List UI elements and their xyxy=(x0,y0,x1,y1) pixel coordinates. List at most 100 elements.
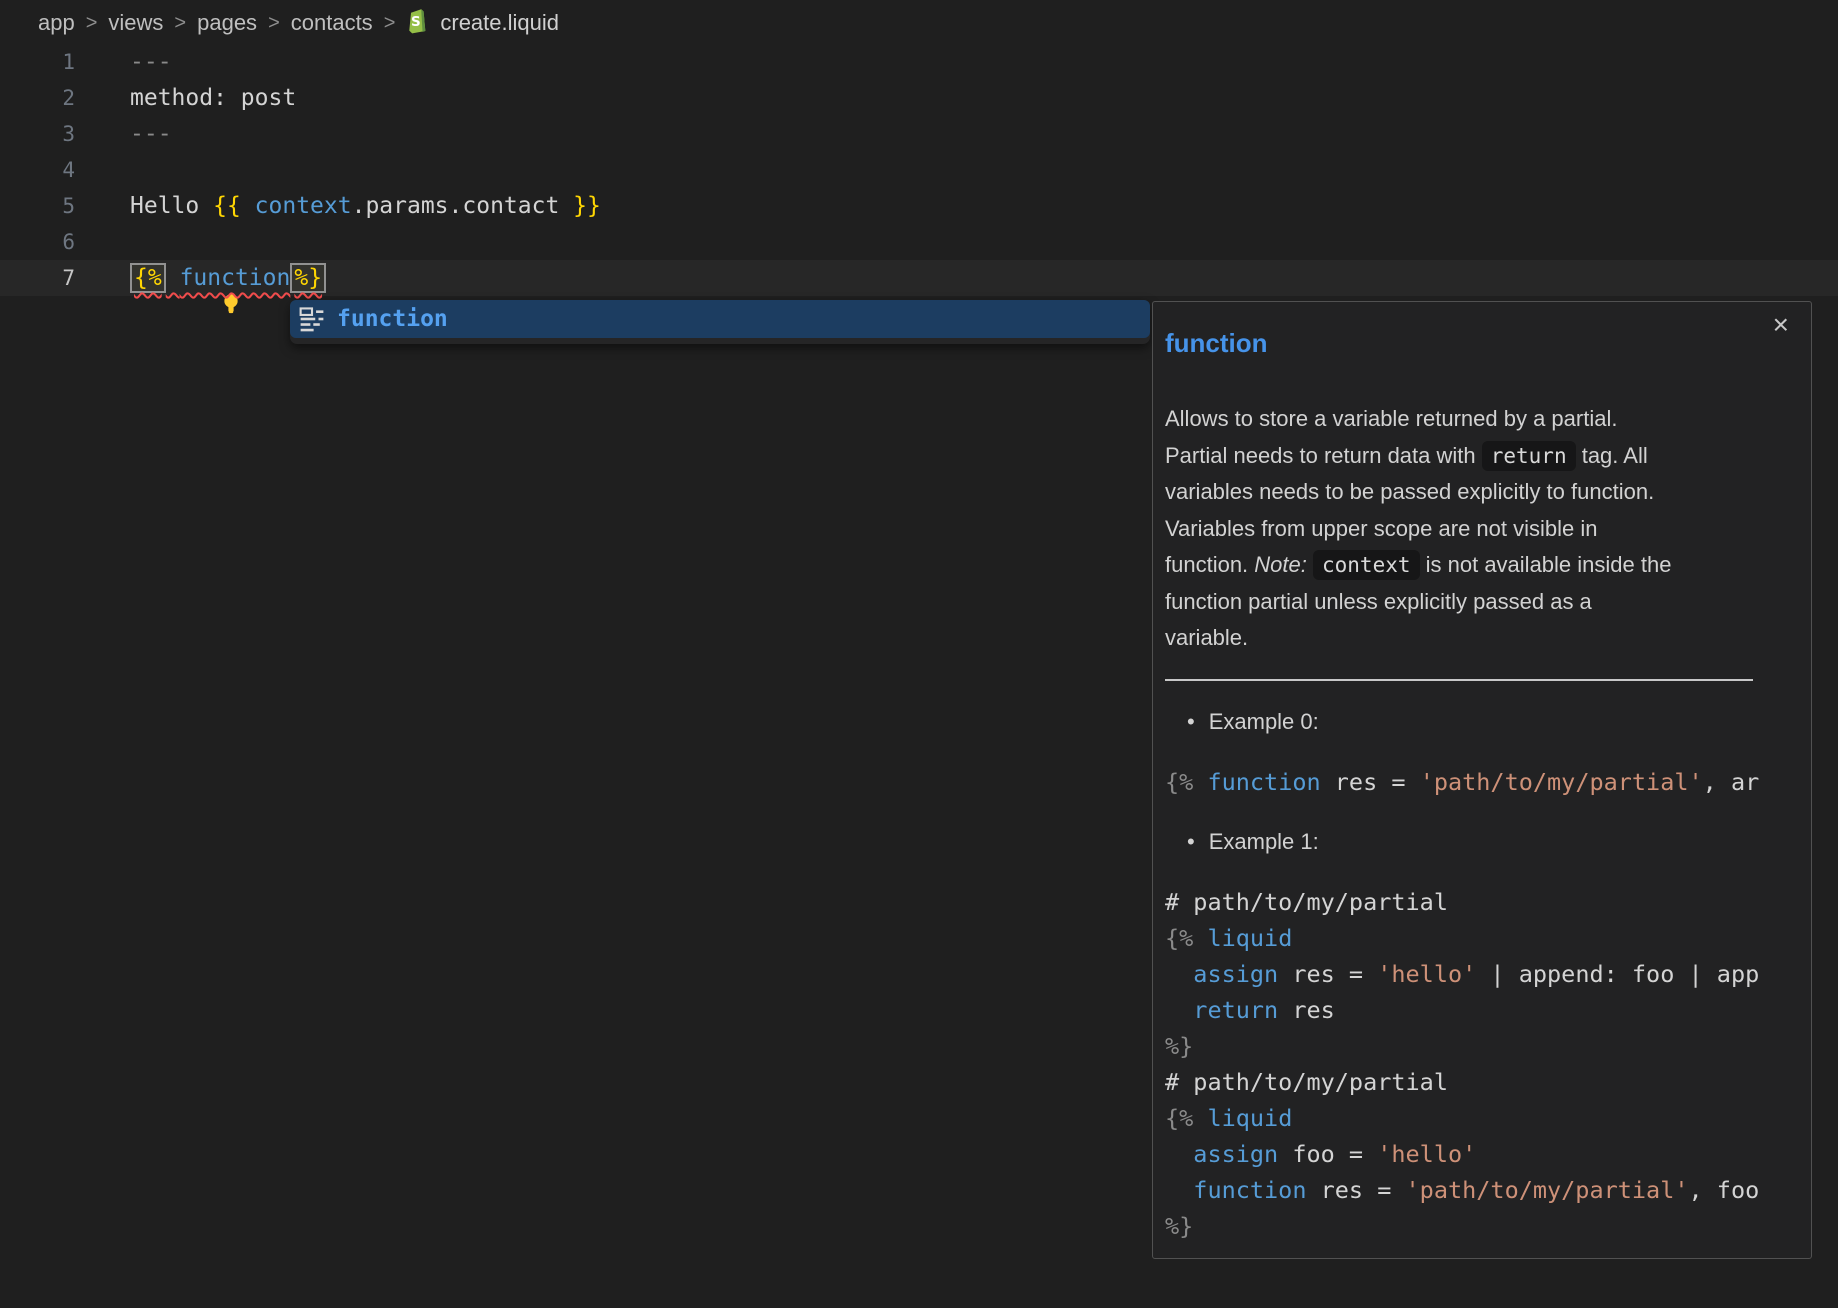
bullet-icon: • xyxy=(1187,829,1195,855)
code-token: {% xyxy=(130,263,166,293)
code-token: context xyxy=(255,193,352,219)
docs-code-line: return res xyxy=(1165,992,1799,1028)
docs-code-line: assign foo = 'hello' xyxy=(1165,1136,1799,1172)
docs-divider xyxy=(1165,679,1753,681)
code-line[interactable]: 1--- xyxy=(0,44,1838,80)
docs-text: tag. All xyxy=(1576,443,1648,468)
docs-code-line: {% function res = 'path/to/my/partial', … xyxy=(1165,764,1799,800)
code-token: # path/to/my/partial xyxy=(1165,1068,1448,1096)
docs-text: Allows to store a variable returned by a… xyxy=(1165,406,1617,431)
breadcrumb-item[interactable]: app xyxy=(38,10,75,36)
chevron-right-icon: > xyxy=(86,12,98,35)
code-token: function xyxy=(180,265,291,291)
code-token: # path/to/my/partial xyxy=(1165,888,1448,916)
code-line[interactable]: 7 {% function%} xyxy=(0,260,1838,296)
code-token: 'hello' xyxy=(1377,960,1476,988)
line-number[interactable]: 1 xyxy=(0,44,75,80)
code-line[interactable]: 6 xyxy=(0,224,1838,260)
docs-title: function xyxy=(1165,328,1799,359)
code-line-content: method: post xyxy=(75,80,296,116)
line-number[interactable]: 2 xyxy=(0,80,75,116)
docs-code-line: {% liquid xyxy=(1165,1100,1799,1136)
code-token: liquid xyxy=(1207,924,1292,952)
chevron-right-icon: > xyxy=(174,12,186,35)
code-token xyxy=(241,193,255,219)
error-squiggle: {% function%} xyxy=(130,263,326,293)
docs-example-label-text: Example 0: xyxy=(1209,709,1319,735)
line-number[interactable]: 7 xyxy=(0,260,75,296)
suggest-item-label: function xyxy=(337,306,448,332)
close-icon[interactable]: × xyxy=(1767,310,1795,340)
shopify-icon: S xyxy=(406,7,431,41)
chevron-right-icon: > xyxy=(268,12,280,35)
code-token: function xyxy=(1207,768,1320,796)
code-token: foo = xyxy=(1278,1140,1377,1168)
code-token: | append: foo | app xyxy=(1476,960,1759,988)
breadcrumb-item[interactable]: contacts xyxy=(291,10,373,36)
code-token xyxy=(559,193,573,219)
code-token xyxy=(166,265,180,291)
docs-code-block: {% function res = 'path/to/my/partial', … xyxy=(1165,764,1799,800)
docs-examples: • Example 0: {% function res = 'path/to/my… xyxy=(1165,704,1799,1244)
code-token: %} xyxy=(290,263,326,293)
code-token: {% xyxy=(1165,924,1193,952)
code-token xyxy=(1165,1140,1193,1168)
code-token xyxy=(1193,768,1207,796)
docs-text: Variables from upper scope are not visib… xyxy=(1165,516,1597,541)
docs-text: variables needs to be passed explicitly … xyxy=(1165,479,1654,504)
line-number[interactable]: 3 xyxy=(0,116,75,152)
code-token xyxy=(1165,960,1193,988)
line-number[interactable]: 5 xyxy=(0,188,75,224)
code-token: res = xyxy=(1278,960,1377,988)
docs-text: function. xyxy=(1165,552,1254,577)
code-token xyxy=(1193,1104,1207,1132)
docs-content: function Allows to store a variable retu… xyxy=(1153,302,1811,1244)
code-token: --- xyxy=(130,121,172,147)
breadcrumb-item[interactable]: views xyxy=(108,10,163,36)
code-token: 'hello' xyxy=(1377,1140,1476,1168)
line-number[interactable]: 4 xyxy=(0,152,75,188)
suggest-details-panel: × function Allows to store a variable re… xyxy=(1152,301,1812,1259)
code-line[interactable]: 2method: post xyxy=(0,80,1838,116)
code-line[interactable]: 5Hello {{ context.params.contact }} xyxy=(0,188,1838,224)
code-token: res = xyxy=(1321,768,1420,796)
docs-paragraph-line: variables needs to be passed explicitly … xyxy=(1165,474,1799,511)
code-line-content xyxy=(75,152,130,188)
editor-code-area[interactable]: 1---2method: post3 --- 45Hello {{ context.… xyxy=(0,44,1838,296)
code-line-content xyxy=(75,224,243,260)
code-token: res xyxy=(1278,996,1335,1024)
bullet-icon: • xyxy=(1187,709,1195,735)
code-token: {% xyxy=(1165,768,1193,796)
code-token: }} xyxy=(573,193,601,219)
docs-code-line: # path/to/my/partial xyxy=(1165,884,1799,920)
docs-paragraph-line: function. Note: context is not available… xyxy=(1165,547,1799,584)
code-line-content: {% function%} xyxy=(75,260,326,296)
code-token: liquid xyxy=(1207,1104,1292,1132)
code-token xyxy=(1193,924,1207,952)
line-number[interactable]: 6 xyxy=(0,224,75,260)
code-line[interactable]: 4 xyxy=(0,152,1838,188)
breadcrumb-items: app>views>pages>contacts> xyxy=(38,10,406,36)
code-token: 'path/to/my/partial' xyxy=(1420,768,1703,796)
code-line[interactable]: 3 --- xyxy=(0,116,1838,152)
breadcrumb-item[interactable]: pages xyxy=(197,10,257,36)
vscode-editor-window: app>views>pages>contacts> S create.liqui… xyxy=(0,0,1838,1308)
docs-paragraph-line: function partial unless explicitly passe… xyxy=(1165,584,1799,621)
docs-text: variable. xyxy=(1165,625,1248,650)
docs-code-line: %} xyxy=(1165,1028,1799,1064)
docs-code-block: # path/to/my/partial {% liquid assign res… xyxy=(1165,884,1799,1244)
code-token: {% xyxy=(1165,1104,1193,1132)
docs-example-label: •Example 1: xyxy=(1165,824,1799,860)
suggest-item-function[interactable]: function xyxy=(290,300,1150,338)
code-token: %} xyxy=(1165,1212,1193,1240)
svg-text:S: S xyxy=(411,14,421,30)
code-token: 'path/to/my/partial' xyxy=(1406,1176,1689,1204)
code-token: assign xyxy=(1193,1140,1278,1168)
docs-paragraph-line: Partial needs to return data with return… xyxy=(1165,438,1799,475)
docs-text: function partial unless explicitly passe… xyxy=(1165,589,1592,614)
code-token: res = xyxy=(1306,1176,1405,1204)
docs-text: is not available inside the xyxy=(1420,552,1672,577)
breadcrumb-file[interactable]: create.liquid xyxy=(440,10,559,36)
docs-code-line: {% liquid xyxy=(1165,920,1799,956)
code-token: , foo xyxy=(1689,1176,1760,1204)
